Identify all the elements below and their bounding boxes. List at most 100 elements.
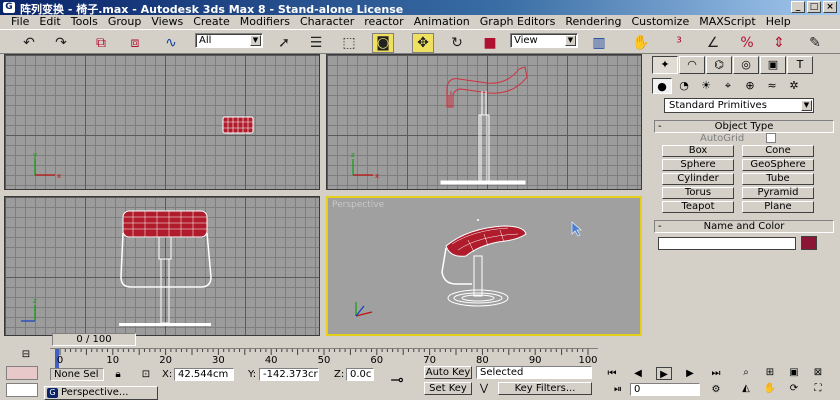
create-tab-icon[interactable]: ✦ [652, 56, 678, 74]
select-manipulate-icon[interactable]: ✋ [630, 33, 652, 53]
modify-tab-icon[interactable]: ◠ [679, 56, 705, 74]
select-object-icon[interactable]: ➚ [273, 33, 295, 53]
geosphere-button[interactable]: GeoSphere [742, 159, 814, 171]
bind-space-warp-icon[interactable]: ∿ [160, 33, 182, 53]
autogrid-checkbox[interactable] [766, 133, 776, 143]
x-coordinate-field[interactable]: 42.544cm [174, 368, 234, 381]
zoom-extents-icon[interactable]: ▣ [786, 366, 802, 379]
teapot-button[interactable]: Teapot [662, 201, 734, 213]
key-mode-dropdown[interactable]: Selected [476, 366, 592, 379]
angle-snap-icon[interactable]: ∠ [702, 33, 724, 53]
select-scale-icon[interactable]: ■ [479, 33, 501, 53]
cylinder-button[interactable]: Cylinder [662, 173, 734, 185]
maximize-viewport-icon[interactable]: ⛶ [810, 382, 826, 395]
menu-animation[interactable]: Animation [409, 15, 475, 29]
track-bar[interactable]: 0 10 20 30 40 50 60 70 80 90 100 [50, 348, 598, 368]
max-listener-swatch[interactable] [6, 366, 38, 380]
menu-group[interactable]: Group [103, 15, 147, 29]
taskbar-perspective[interactable]: G Perspective... [44, 386, 158, 400]
hierarchy-tab-icon[interactable]: ⌬ [706, 56, 732, 74]
time-slider[interactable]: 0 / 100 [52, 333, 136, 346]
plane-button[interactable]: Plane [742, 201, 814, 213]
select-move-icon[interactable]: ✥ [412, 33, 434, 53]
geometry-icon[interactable]: ● [652, 78, 672, 94]
script-listener-swatch[interactable] [6, 383, 38, 397]
z-coordinate-field[interactable]: 0.0c [346, 368, 374, 381]
pyramid-button[interactable]: Pyramid [742, 187, 814, 199]
menu-maxscript[interactable]: MAXScript [694, 15, 760, 29]
arc-rotate-icon[interactable]: ⟳ [786, 382, 802, 395]
display-tab-icon[interactable]: ▣ [760, 56, 786, 74]
primitive-type-dropdown[interactable]: Standard Primitives ▼ [664, 98, 814, 113]
object-name-input[interactable] [658, 237, 796, 250]
menu-views[interactable]: Views [146, 15, 188, 29]
viewport-perspective[interactable]: Perspective [326, 196, 642, 336]
set-key-button[interactable]: Set Key [424, 382, 472, 395]
absolute-mode-icon[interactable]: ⊡ [138, 368, 154, 381]
helpers-icon[interactable]: ⊕ [740, 78, 760, 94]
space-warps-icon[interactable]: ≈ [762, 78, 782, 94]
reference-coord-dropdown[interactable]: View ▼ [510, 33, 578, 48]
cameras-icon[interactable]: ⌖ [718, 78, 738, 94]
menu-reactor[interactable]: reactor [359, 15, 408, 29]
menu-graph-editors[interactable]: Graph Editors [475, 15, 561, 29]
next-frame-icon[interactable]: ▶ [682, 367, 698, 380]
percent-snap-icon[interactable]: % [736, 33, 758, 53]
snap-icon[interactable]: ³ [668, 33, 690, 53]
object-color-swatch[interactable] [801, 236, 817, 250]
menu-modifiers[interactable]: Modifiers [235, 15, 295, 29]
shapes-icon[interactable]: ◔ [674, 78, 694, 94]
track-view-icon[interactable]: ⊟ [18, 348, 34, 361]
minimize-button[interactable]: _ [791, 1, 805, 13]
key-filters-button[interactable]: Key Filters... [498, 382, 592, 395]
viewport-left[interactable]: z [4, 196, 320, 336]
menu-tools[interactable]: Tools [66, 15, 103, 29]
zoom-all-icon[interactable]: ⊞ [762, 366, 778, 379]
maximize-button[interactable]: □ [807, 1, 821, 13]
zoom-extents-all-icon[interactable]: ⊠ [810, 366, 826, 379]
pivot-icon[interactable]: ▥ [588, 33, 610, 53]
current-frame-field[interactable]: 0 [630, 383, 700, 396]
key-icon[interactable]: ⊸ [382, 368, 412, 392]
key-mode-toggle-icon[interactable]: ⏯ [610, 383, 626, 396]
object-type-rollout-header[interactable]: - Object Type [654, 120, 834, 133]
systems-icon[interactable]: ✲ [784, 78, 804, 94]
menu-customize[interactable]: Customize [626, 15, 694, 29]
rectangular-selection-icon[interactable]: ⬚ [338, 33, 360, 53]
redo-icon[interactable]: ↷ [50, 33, 72, 53]
edit-named-selection-icon[interactable]: ✎ [804, 33, 826, 53]
menu-create[interactable]: Create [188, 15, 235, 29]
motion-tab-icon[interactable]: ◎ [733, 56, 759, 74]
viewport-front[interactable]: z x [326, 54, 642, 190]
spinner-snap-icon[interactable]: ⇕ [768, 33, 790, 53]
utilities-tab-icon[interactable]: T [787, 56, 813, 74]
torus-button[interactable]: Torus [662, 187, 734, 199]
previous-frame-icon[interactable]: ◀ [630, 367, 646, 380]
y-coordinate-field[interactable]: -142.373cr [259, 368, 319, 381]
time-configuration-icon[interactable]: ⚙ [708, 383, 724, 396]
sphere-button[interactable]: Sphere [662, 159, 734, 171]
play-icon[interactable]: ▶ [656, 367, 672, 380]
close-button[interactable]: × [823, 1, 837, 13]
window-crossing-icon[interactable]: ◙ [372, 33, 394, 53]
go-to-start-icon[interactable]: ⏮ [604, 367, 620, 380]
field-of-view-icon[interactable]: ◭ [738, 382, 754, 395]
pan-icon[interactable]: ✋ [762, 382, 778, 395]
zoom-icon[interactable]: ⌕ [738, 366, 754, 379]
app-icon[interactable]: G [3, 2, 15, 13]
undo-icon[interactable]: ↶ [18, 33, 40, 53]
lock-selection-icon[interactable]: 🔒︎ [110, 368, 126, 381]
menu-file[interactable]: File [6, 15, 34, 29]
viewport-top[interactable]: y x [4, 54, 320, 190]
name-color-rollout-header[interactable]: - Name and Color [654, 220, 834, 233]
tube-button[interactable]: Tube [742, 173, 814, 185]
go-to-end-icon[interactable]: ⏭ [708, 367, 724, 380]
select-by-name-icon[interactable]: ☰ [305, 33, 327, 53]
menu-edit[interactable]: Edit [34, 15, 65, 29]
cone-button[interactable]: Cone [742, 145, 814, 157]
box-button[interactable]: Box [662, 145, 734, 157]
select-rotate-icon[interactable]: ↻ [446, 33, 468, 53]
menu-character[interactable]: Character [295, 15, 359, 29]
unlink-icon[interactable]: ⧈ [124, 33, 146, 53]
lights-icon[interactable]: ☀ [696, 78, 716, 94]
